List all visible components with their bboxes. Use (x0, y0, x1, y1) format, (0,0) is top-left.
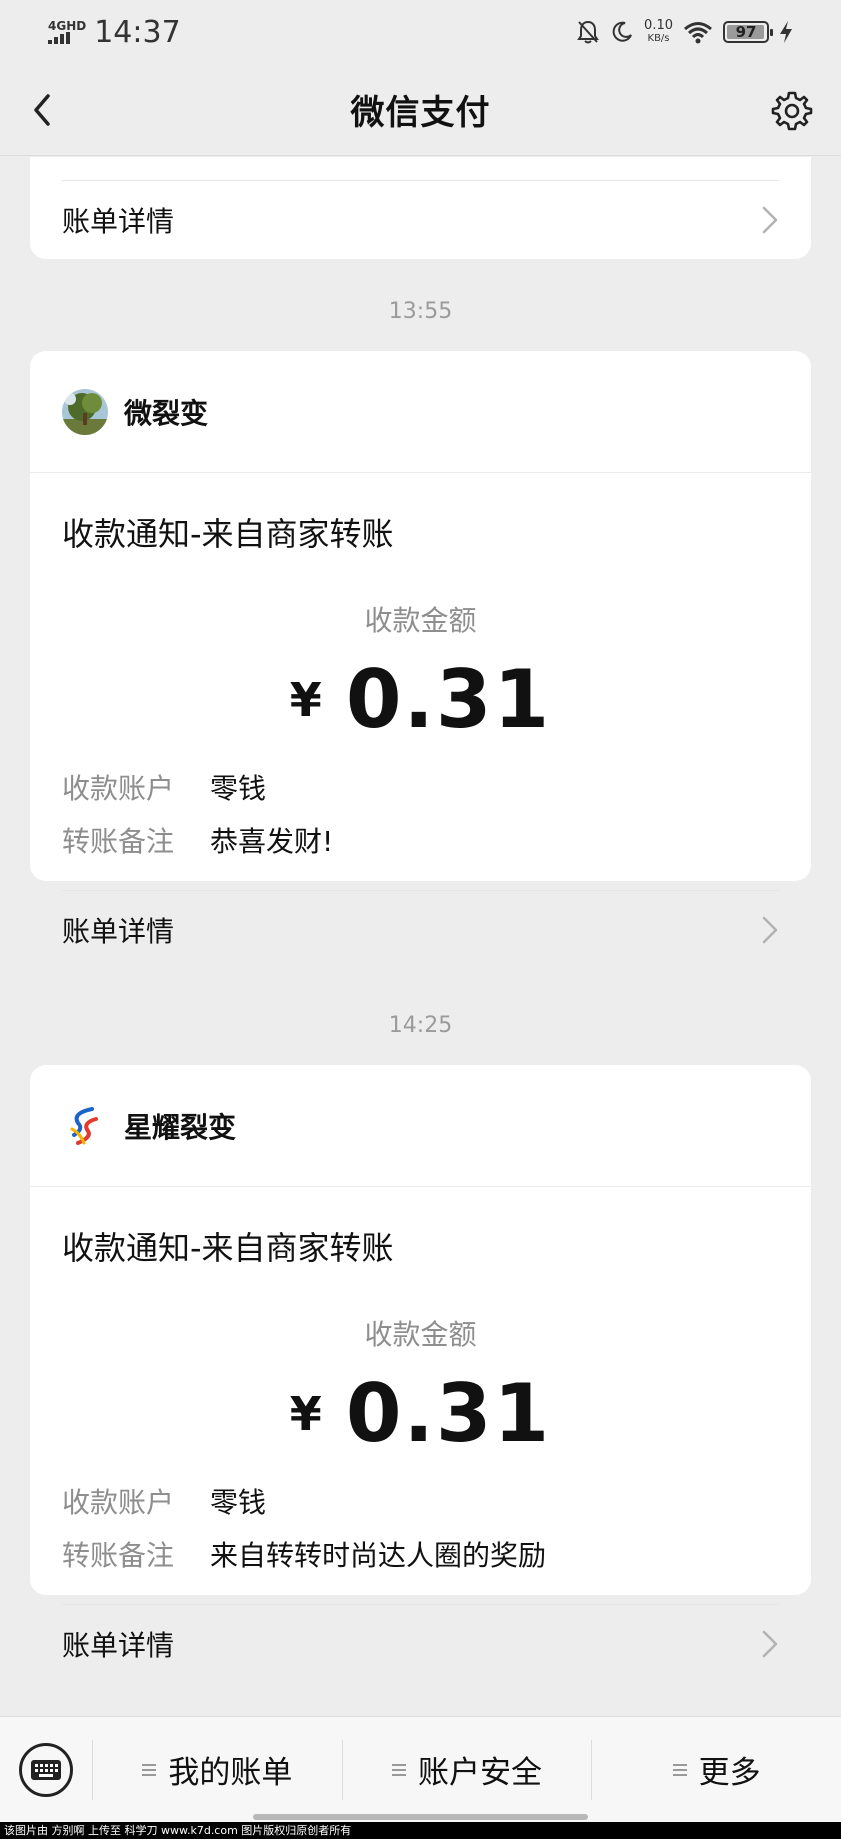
network-speed: 0.10 KB/s (644, 19, 673, 45)
notice-title: 收款通知-来自商家转账 (62, 1229, 394, 1267)
tree-avatar-icon (62, 388, 108, 435)
remark-value: 恭喜发财! (210, 825, 334, 858)
amount-value: 0.31 (345, 1367, 552, 1460)
message-time: 14:25 (388, 1013, 453, 1038)
account-value: 零钱 (210, 772, 267, 805)
chevron-right-icon (762, 916, 778, 944)
bill-detail-row[interactable]: 账单详情 (30, 181, 811, 259)
message-card: 星耀裂变 收款通知-来自商家转账 收款金额 ¥ 0.31 收款账户 零钱 转账备… (30, 1065, 811, 1662)
remark-key: 转账备注 (62, 825, 175, 858)
bill-detail-label: 账单详情 (62, 915, 175, 948)
page-title: 微信支付 (350, 93, 491, 133)
charging-icon (780, 21, 792, 43)
signal-icon (48, 32, 70, 44)
menu-my-bills[interactable]: 我的账单 (92, 1739, 342, 1800)
battery-icon: 97 (723, 21, 773, 43)
keyboard-icon (19, 1742, 73, 1797)
menu-lines-icon (392, 1763, 406, 1776)
chevron-left-icon[interactable] (26, 88, 66, 132)
status-bar: 4GHD 14:37 0.10 KB/s 97 (0, 0, 841, 64)
chevron-right-icon (762, 206, 778, 234)
moon-icon (612, 21, 632, 42)
speed-value: 0.10 (644, 18, 673, 33)
home-indicator[interactable] (253, 1814, 588, 1820)
bill-detail-row[interactable]: 账单详情 (30, 891, 811, 969)
chevron-right-icon (762, 1630, 778, 1658)
mute-bell-icon (577, 20, 599, 44)
nav-bar: 微信支付 (0, 64, 841, 156)
merchant-header[interactable]: 星耀裂变 (30, 1065, 811, 1187)
merchant-avatar (62, 1102, 108, 1149)
amount-label: 收款金额 (364, 604, 477, 637)
keyboard-toggle[interactable] (0, 1742, 92, 1797)
account-row: 收款账户 零钱 (30, 1476, 811, 1529)
message-time: 13:55 (388, 299, 453, 324)
currency-symbol: ¥ (289, 1386, 322, 1441)
account-row: 收款账户 零钱 (30, 762, 811, 815)
battery-level: 97 (735, 23, 757, 41)
menu-lines-icon (142, 1763, 157, 1776)
account-key: 收款账户 (62, 772, 175, 805)
wifi-icon (684, 22, 712, 44)
merchant-header[interactable]: 微裂变 (30, 351, 811, 473)
bottom-menu: 我的账单 账户安全 更多 (0, 1716, 841, 1822)
notice-title: 收款通知-来自商家转账 (62, 515, 394, 553)
menu-account-security[interactable]: 账户安全 (341, 1739, 592, 1800)
message-card: 微裂变 收款通知-来自商家转账 收款金额 ¥ 0.31 收款账户 零钱 转账备注… (30, 351, 811, 948)
amount: ¥ 0.31 (30, 653, 811, 746)
status-right: 0.10 KB/s 97 (576, 19, 793, 45)
bill-detail-label: 账单详情 (62, 1629, 175, 1662)
amount-value: 0.31 (345, 653, 552, 746)
bill-detail-label: 账单详情 (62, 205, 175, 238)
account-key: 收款账户 (62, 1486, 175, 1519)
status-left: 4GHD 14:37 (48, 15, 181, 50)
gear-icon[interactable] (771, 90, 813, 132)
speed-unit: KB/s (647, 33, 670, 44)
menu-more[interactable]: 更多 (591, 1739, 841, 1800)
remark-value: 来自转转时尚达人圈的奖励 (210, 1539, 547, 1572)
menu-label: 更多 (698, 1755, 761, 1791)
merchant-name: 星耀裂变 (124, 1110, 237, 1144)
merchant-name: 微裂变 (124, 396, 209, 430)
message-card-partial: 账单详情 (30, 157, 811, 259)
merchant-avatar (62, 388, 108, 435)
currency-symbol: ¥ (289, 672, 322, 727)
menu-label: 我的账单 (168, 1755, 293, 1791)
menu-lines-icon (672, 1763, 687, 1776)
message-list[interactable]: 账单详情 13:55 微裂变 收款通知-来自商家转账 收款金额 ¥ 0.31 收… (0, 157, 841, 1715)
bill-detail-row[interactable]: 账单详情 (30, 1605, 811, 1683)
status-time: 14:37 (94, 14, 181, 50)
amount-label: 收款金额 (364, 1318, 477, 1351)
star-swoosh-logo-icon (62, 1102, 108, 1149)
remark-row: 转账备注 恭喜发财! (30, 815, 811, 868)
remark-row: 转账备注 来自转转时尚达人圈的奖励 (30, 1529, 811, 1582)
network-type: 4GHD (48, 19, 87, 33)
menu-label: 账户安全 (418, 1755, 542, 1791)
network-indicator: 4GHD (48, 20, 86, 44)
remark-key: 转账备注 (62, 1539, 175, 1572)
watermark-text: 该图片由 方别啊 上传至 科学刀 www.k7d.com 图片版权归原创者所有 (0, 1822, 841, 1839)
amount: ¥ 0.31 (30, 1367, 811, 1460)
account-value: 零钱 (210, 1486, 267, 1519)
